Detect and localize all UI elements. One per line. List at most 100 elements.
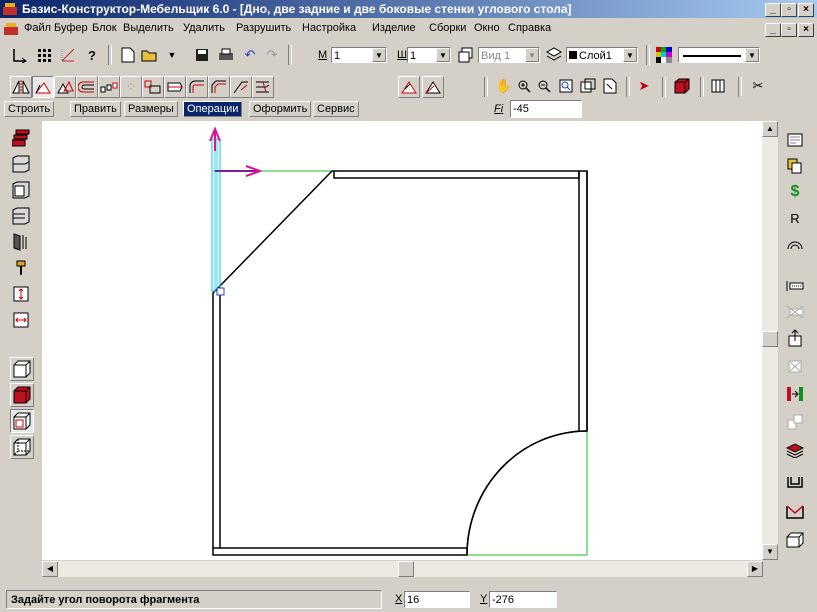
y-coordinate[interactable]: -276 [489, 591, 557, 608]
edge-icon[interactable] [784, 275, 806, 297]
panel-horizontal-icon[interactable] [10, 153, 32, 175]
rotate-base-icon[interactable] [422, 76, 444, 98]
view-select[interactable]: Вид 1 ▼ [478, 47, 540, 63]
tab-dimensions[interactable]: Размеры [124, 101, 178, 117]
m-select[interactable]: 1 ▼ [331, 47, 387, 63]
circular-array-icon[interactable]: ⁘ [120, 76, 142, 98]
save-icon[interactable] [192, 45, 212, 65]
tab-service[interactable]: Сервис [313, 101, 359, 117]
tab-operations[interactable]: Операции [183, 101, 243, 117]
menu-settings[interactable]: Настройка [302, 22, 356, 34]
vertical-scrollbar[interactable]: ▲ ▼ [762, 121, 778, 560]
chevron-down-icon[interactable]: ▼ [745, 48, 759, 62]
horizontal-dimension-icon[interactable] [10, 309, 32, 331]
menu-file[interactable]: Файл [24, 22, 51, 34]
menu-select[interactable]: Выделить [123, 22, 174, 34]
doc-close-button[interactable]: × [798, 23, 814, 37]
stretch-icon[interactable] [164, 76, 186, 98]
3d-view-icon[interactable] [672, 76, 692, 96]
angle-input[interactable]: -45 [510, 100, 582, 118]
horizontal-scroll-thumb[interactable] [398, 561, 414, 577]
axes-icon[interactable] [10, 45, 30, 65]
print-icon[interactable] [216, 45, 236, 65]
grip-handle[interactable] [216, 287, 225, 296]
panel-icon[interactable] [708, 76, 728, 96]
pan-hand-icon[interactable]: ✋ [494, 76, 514, 96]
panel-shelves-icon[interactable] [10, 205, 32, 227]
array-icon[interactable] [98, 76, 120, 98]
menu-help[interactable]: Справка [508, 22, 551, 34]
doc-minimize-button[interactable]: _ [765, 23, 781, 37]
fastener-icon[interactable] [10, 257, 32, 279]
copy-icon[interactable] [784, 155, 806, 177]
chevron-down-icon[interactable]: ▼ [436, 48, 450, 62]
sh-select[interactable]: 1 ▼ [407, 47, 451, 63]
scroll-right-arrow-icon[interactable]: ▶ [747, 561, 763, 577]
box-edit-icon[interactable] [784, 529, 806, 551]
menu-buffer[interactable]: Буфер [54, 22, 88, 34]
box-wireframe-icon[interactable] [10, 357, 34, 381]
radius-icon[interactable]: R [784, 207, 806, 229]
cost-icon[interactable]: $ [784, 181, 806, 203]
tray-icon[interactable] [784, 471, 806, 493]
fillet-icon[interactable] [186, 76, 208, 98]
chevron-down-icon[interactable]: ▼ [372, 48, 386, 62]
move-icon[interactable] [54, 76, 76, 98]
tab-edit[interactable]: Править [70, 101, 121, 117]
panel-front-icon[interactable] [10, 179, 32, 201]
panel-side-icon[interactable] [10, 231, 32, 253]
trim-icon[interactable] [230, 76, 252, 98]
chevron-down-icon[interactable]: ▼ [623, 48, 637, 62]
menu-product[interactable]: Изделие [372, 22, 416, 34]
vertical-dimension-icon[interactable] [10, 283, 32, 305]
arc-icon[interactable] [784, 233, 806, 255]
properties-icon[interactable] [784, 129, 806, 151]
redo-icon[interactable]: ↷ [262, 45, 282, 65]
open-dropdown-icon[interactable]: ▼ [162, 45, 182, 65]
undo-icon[interactable]: ↶ [240, 45, 260, 65]
offset-icon[interactable] [76, 76, 98, 98]
rotate-icon[interactable] [32, 76, 54, 98]
zoom-window-icon[interactable] [556, 76, 576, 96]
menu-delete[interactable]: Удалить [183, 22, 225, 34]
new-file-icon[interactable] [118, 45, 138, 65]
stack-panels-icon[interactable] [10, 127, 32, 149]
scale-icon[interactable] [142, 76, 164, 98]
zoom-in-icon[interactable] [514, 76, 534, 96]
mirror-icon[interactable] [10, 76, 32, 98]
layers-stack-icon[interactable] [784, 439, 806, 461]
help-icon[interactable]: ? [82, 45, 102, 65]
palette-icon[interactable] [654, 45, 674, 65]
drawer-icon[interactable] [784, 501, 806, 523]
menu-window[interactable]: Окно [474, 22, 500, 34]
line-style-select[interactable]: ▼ [678, 47, 760, 63]
selected-panel-outline[interactable] [211, 138, 221, 292]
cut-icon[interactable]: ✂ [748, 76, 768, 96]
horizontal-scrollbar[interactable]: ◀ ▶ [42, 561, 763, 577]
edge-remove-icon[interactable] [784, 301, 806, 323]
x-coordinate[interactable]: 16 [404, 591, 470, 608]
export-disabled-icon[interactable] [784, 353, 806, 375]
redraw-icon[interactable] [600, 76, 620, 96]
scroll-left-arrow-icon[interactable]: ◀ [42, 561, 58, 577]
doc-restore-button[interactable]: ▫ [781, 23, 797, 37]
layer-select[interactable]: Слой1 ▼ [566, 47, 638, 63]
box-section-icon[interactable] [10, 409, 34, 433]
zoom-all-icon[interactable] [578, 76, 598, 96]
select-arrow-icon[interactable]: ➤ [634, 76, 654, 96]
rotate-mode-icon[interactable] [398, 76, 420, 98]
maximize-button[interactable]: ▫ [781, 3, 797, 17]
menu-destroy[interactable]: Разрушить [236, 22, 291, 34]
grid-icon[interactable] [34, 45, 54, 65]
drawing-canvas[interactable] [42, 121, 763, 560]
menu-assemblies[interactable]: Сборки [429, 22, 466, 34]
zoom-out-icon[interactable] [534, 76, 554, 96]
open-folder-icon[interactable] [140, 45, 160, 65]
tab-format[interactable]: Оформить [249, 101, 312, 117]
chevron-down-icon[interactable]: ▼ [525, 48, 539, 62]
menu-block[interactable]: Блок [92, 22, 117, 34]
vertical-scroll-thumb[interactable] [762, 331, 778, 347]
join-disabled-icon[interactable] [784, 411, 806, 433]
views-icon[interactable] [456, 45, 476, 65]
extend-icon[interactable] [252, 76, 274, 98]
